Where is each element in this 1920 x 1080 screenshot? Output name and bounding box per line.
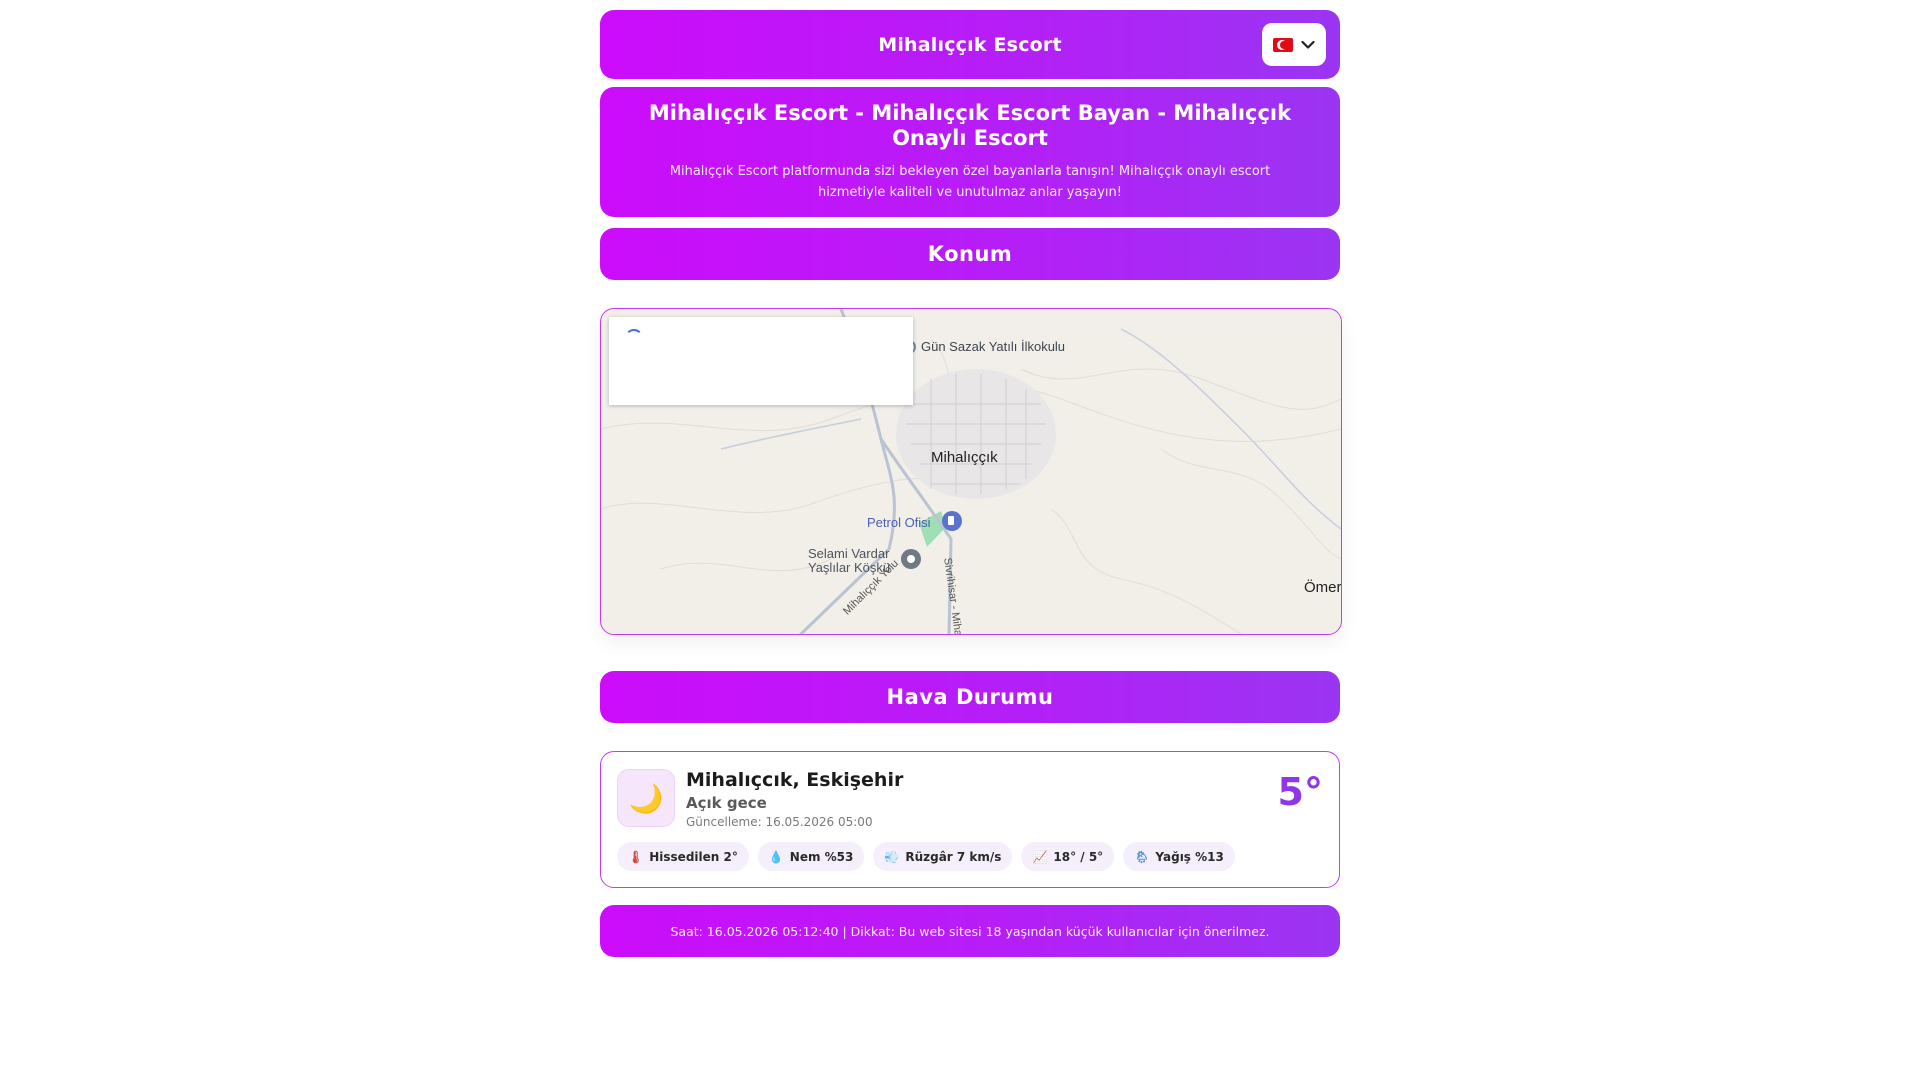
chart-up-icon: 📈 — [1032, 849, 1048, 864]
weather-condition: Açık gece — [686, 794, 767, 812]
map-label-fuel: Petrol Ofisi — [867, 515, 931, 530]
weather-heading: Hava Durumu — [600, 671, 1340, 723]
hero-section: Mihalıççık Escort - Mihalıççık Escort Ba… — [600, 87, 1340, 217]
loading-spinner-icon — [625, 329, 643, 347]
weather-chips: 🌡 Hissedilen 2° 💧 Nem %53 💨 Rüzgâr 7 km/… — [617, 842, 1235, 871]
chip-label: Rüzgâr 7 km/s — [905, 849, 1002, 864]
min-max-chip: 📈 18° / 5° — [1021, 842, 1115, 871]
language-selector[interactable] — [1262, 23, 1326, 66]
weather-card: 🌙 Mihalıçcık, Eskişehir Açık gece Güncel… — [600, 751, 1340, 888]
weather-updated: Güncelleme: 16.05.2026 05:00 — [686, 815, 873, 829]
humidity-chip: 💧 Nem %53 — [757, 842, 865, 871]
map-label-town: Mihalıççık — [931, 449, 998, 466]
chip-label: Nem %53 — [789, 849, 854, 864]
turkey-flag-icon — [1273, 37, 1293, 52]
page: Mihalıççık Escort Mihalıççık Escort - Mi… — [0, 0, 1920, 1080]
weather-temperature: 5° — [1277, 770, 1323, 814]
chevron-down-icon — [1301, 40, 1315, 50]
moon-icon: 🌙 — [617, 769, 675, 827]
wind-chip: 💨 Rüzgâr 7 km/s — [873, 842, 1013, 871]
map-label-edge: Ömer — [1304, 579, 1342, 596]
map-label-school: Gün Sazak Yatılı İlkokulu — [921, 339, 1066, 354]
chip-label: Yağış %13 — [1155, 849, 1224, 864]
footer-text: Saat: 16.05.2026 05:12:40 | Dikkat: Bu w… — [670, 923, 1270, 939]
chip-label: Hissedilen 2° — [649, 849, 738, 864]
hero-title: Mihalıççık Escort - Mihalıççık Escort Ba… — [648, 101, 1292, 150]
precipitation-chip: 🌦 Yağış %13 — [1123, 842, 1235, 871]
location-heading: Konum — [600, 228, 1340, 280]
rain-icon: 🌦 — [1134, 849, 1150, 864]
site-brand[interactable]: Mihalıççık Escort — [878, 34, 1062, 56]
hero-description: Mihalıççık Escort platformunda sizi bekl… — [669, 164, 1271, 200]
site-footer: Saat: 16.05.2026 05:12:40 | Dikkat: Bu w… — [600, 905, 1340, 957]
map-info-panel[interactable] — [609, 317, 913, 405]
location-map[interactable]: Gün Sazak Yatılı İlkokulu Mihalıççık Pet… — [600, 308, 1342, 635]
feels-like-chip: 🌡 Hissedilen 2° — [617, 842, 749, 871]
thermometer-icon: 🌡 — [628, 849, 644, 864]
chip-label: 18° / 5° — [1053, 849, 1104, 864]
weather-city: Mihalıçcık, Eskişehir — [686, 769, 904, 791]
wind-icon: 💨 — [884, 849, 900, 864]
droplet-icon: 💧 — [768, 849, 784, 864]
site-header: Mihalıççık Escort — [600, 10, 1340, 79]
fuel-station-pin-icon — [942, 511, 962, 531]
